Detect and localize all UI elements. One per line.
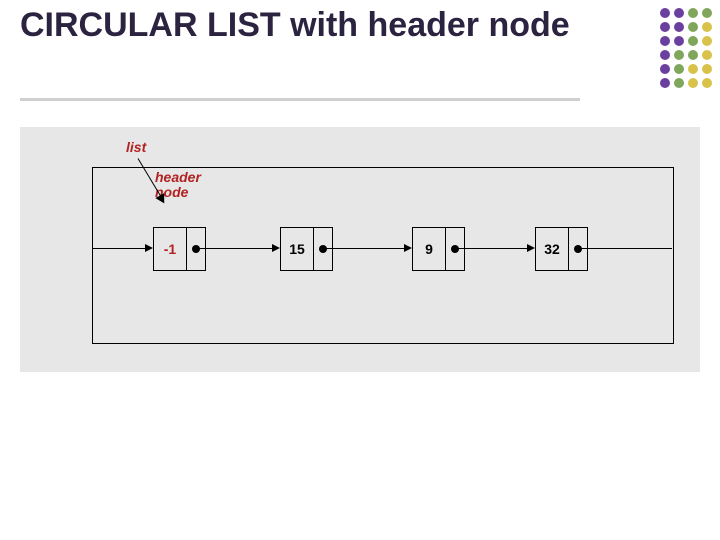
node-header: -1	[153, 227, 206, 271]
slide: CIRCULAR LIST with header node list head…	[0, 0, 720, 540]
link-1-2-arrow	[404, 244, 412, 252]
link-2-3-arrow	[527, 244, 535, 252]
title-underline	[20, 98, 580, 101]
dot-col-4	[702, 8, 712, 88]
link-0-1	[198, 248, 272, 249]
dot-col-3	[688, 8, 698, 88]
link-0-1-arrow	[272, 244, 280, 252]
dot-col-2	[674, 8, 684, 88]
node-2-pointer	[446, 228, 464, 270]
link-3-out	[580, 248, 672, 249]
node-1-value: 15	[281, 228, 314, 270]
entry-arrow	[145, 244, 153, 252]
corner-dots	[660, 8, 712, 88]
node-3-value: 32	[536, 228, 569, 270]
entry-line	[93, 248, 145, 249]
diagram-panel: list header node -1 15 9 32	[20, 127, 700, 372]
node-2-value: 9	[413, 228, 446, 270]
page-title: CIRCULAR LIST with header node	[20, 6, 580, 45]
node-1: 15	[280, 227, 333, 271]
link-1-2	[325, 248, 404, 249]
link-2-3	[457, 248, 527, 249]
node-1-pointer	[314, 228, 332, 270]
node-header-value: -1	[154, 228, 187, 270]
dot-col-1	[660, 8, 670, 88]
label-list: list	[126, 140, 146, 155]
node-header-pointer	[187, 228, 205, 270]
node-3-pointer	[569, 228, 587, 270]
node-2: 9	[412, 227, 465, 271]
title-wrap: CIRCULAR LIST with header node	[20, 6, 580, 45]
node-3: 32	[535, 227, 588, 271]
